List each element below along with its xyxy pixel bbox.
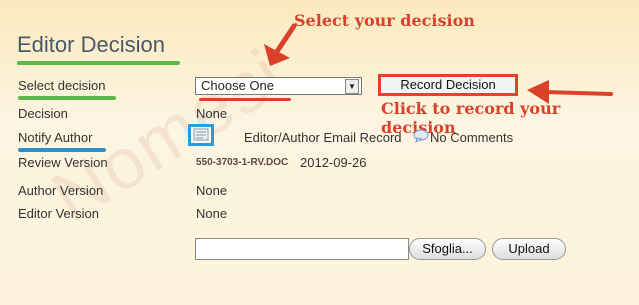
- comment-bubble-icon: [413, 129, 429, 143]
- comments-link[interactable]: No Comments: [430, 130, 513, 145]
- decision-select-value: Choose One: [201, 78, 274, 93]
- author-version-value: None: [196, 183, 228, 198]
- review-version-label: Review Version: [18, 155, 108, 170]
- select-hint-arrow-icon: [264, 23, 297, 66]
- record-decision-button[interactable]: Record Decision: [378, 74, 518, 96]
- select-hint: Select your decision: [294, 11, 475, 30]
- email-record-link[interactable]: Editor/Author Email Record: [244, 130, 402, 145]
- email-icon: [193, 128, 209, 141]
- select-decision-label: Select decision: [18, 78, 106, 93]
- title-underline: [17, 61, 180, 65]
- file-path-input[interactable]: [195, 238, 409, 260]
- dropdown-arrow-icon: ▼: [345, 79, 359, 94]
- review-file-link[interactable]: 550-3703-1-RV.DOC: [196, 157, 288, 168]
- browse-button[interactable]: Sfoglia...: [409, 238, 486, 260]
- decision-label: Decision: [18, 106, 68, 121]
- select-decision-underline: [18, 96, 116, 100]
- notify-email-button[interactable]: [188, 124, 214, 146]
- editor-version-value: None: [196, 206, 228, 221]
- editor-version-label: Editor Version: [18, 206, 99, 221]
- notify-author-label: Notify Author: [18, 130, 93, 145]
- review-date: 2012-09-26: [300, 155, 367, 170]
- notify-underline: [18, 148, 106, 152]
- author-version-label: Author Version: [18, 183, 104, 198]
- page-title: Editor Decision: [17, 32, 165, 57]
- select-underline: [199, 98, 291, 101]
- decision-select[interactable]: Choose One ▼: [195, 77, 362, 95]
- decision-value: None: [196, 106, 228, 121]
- upload-button[interactable]: Upload: [492, 238, 566, 260]
